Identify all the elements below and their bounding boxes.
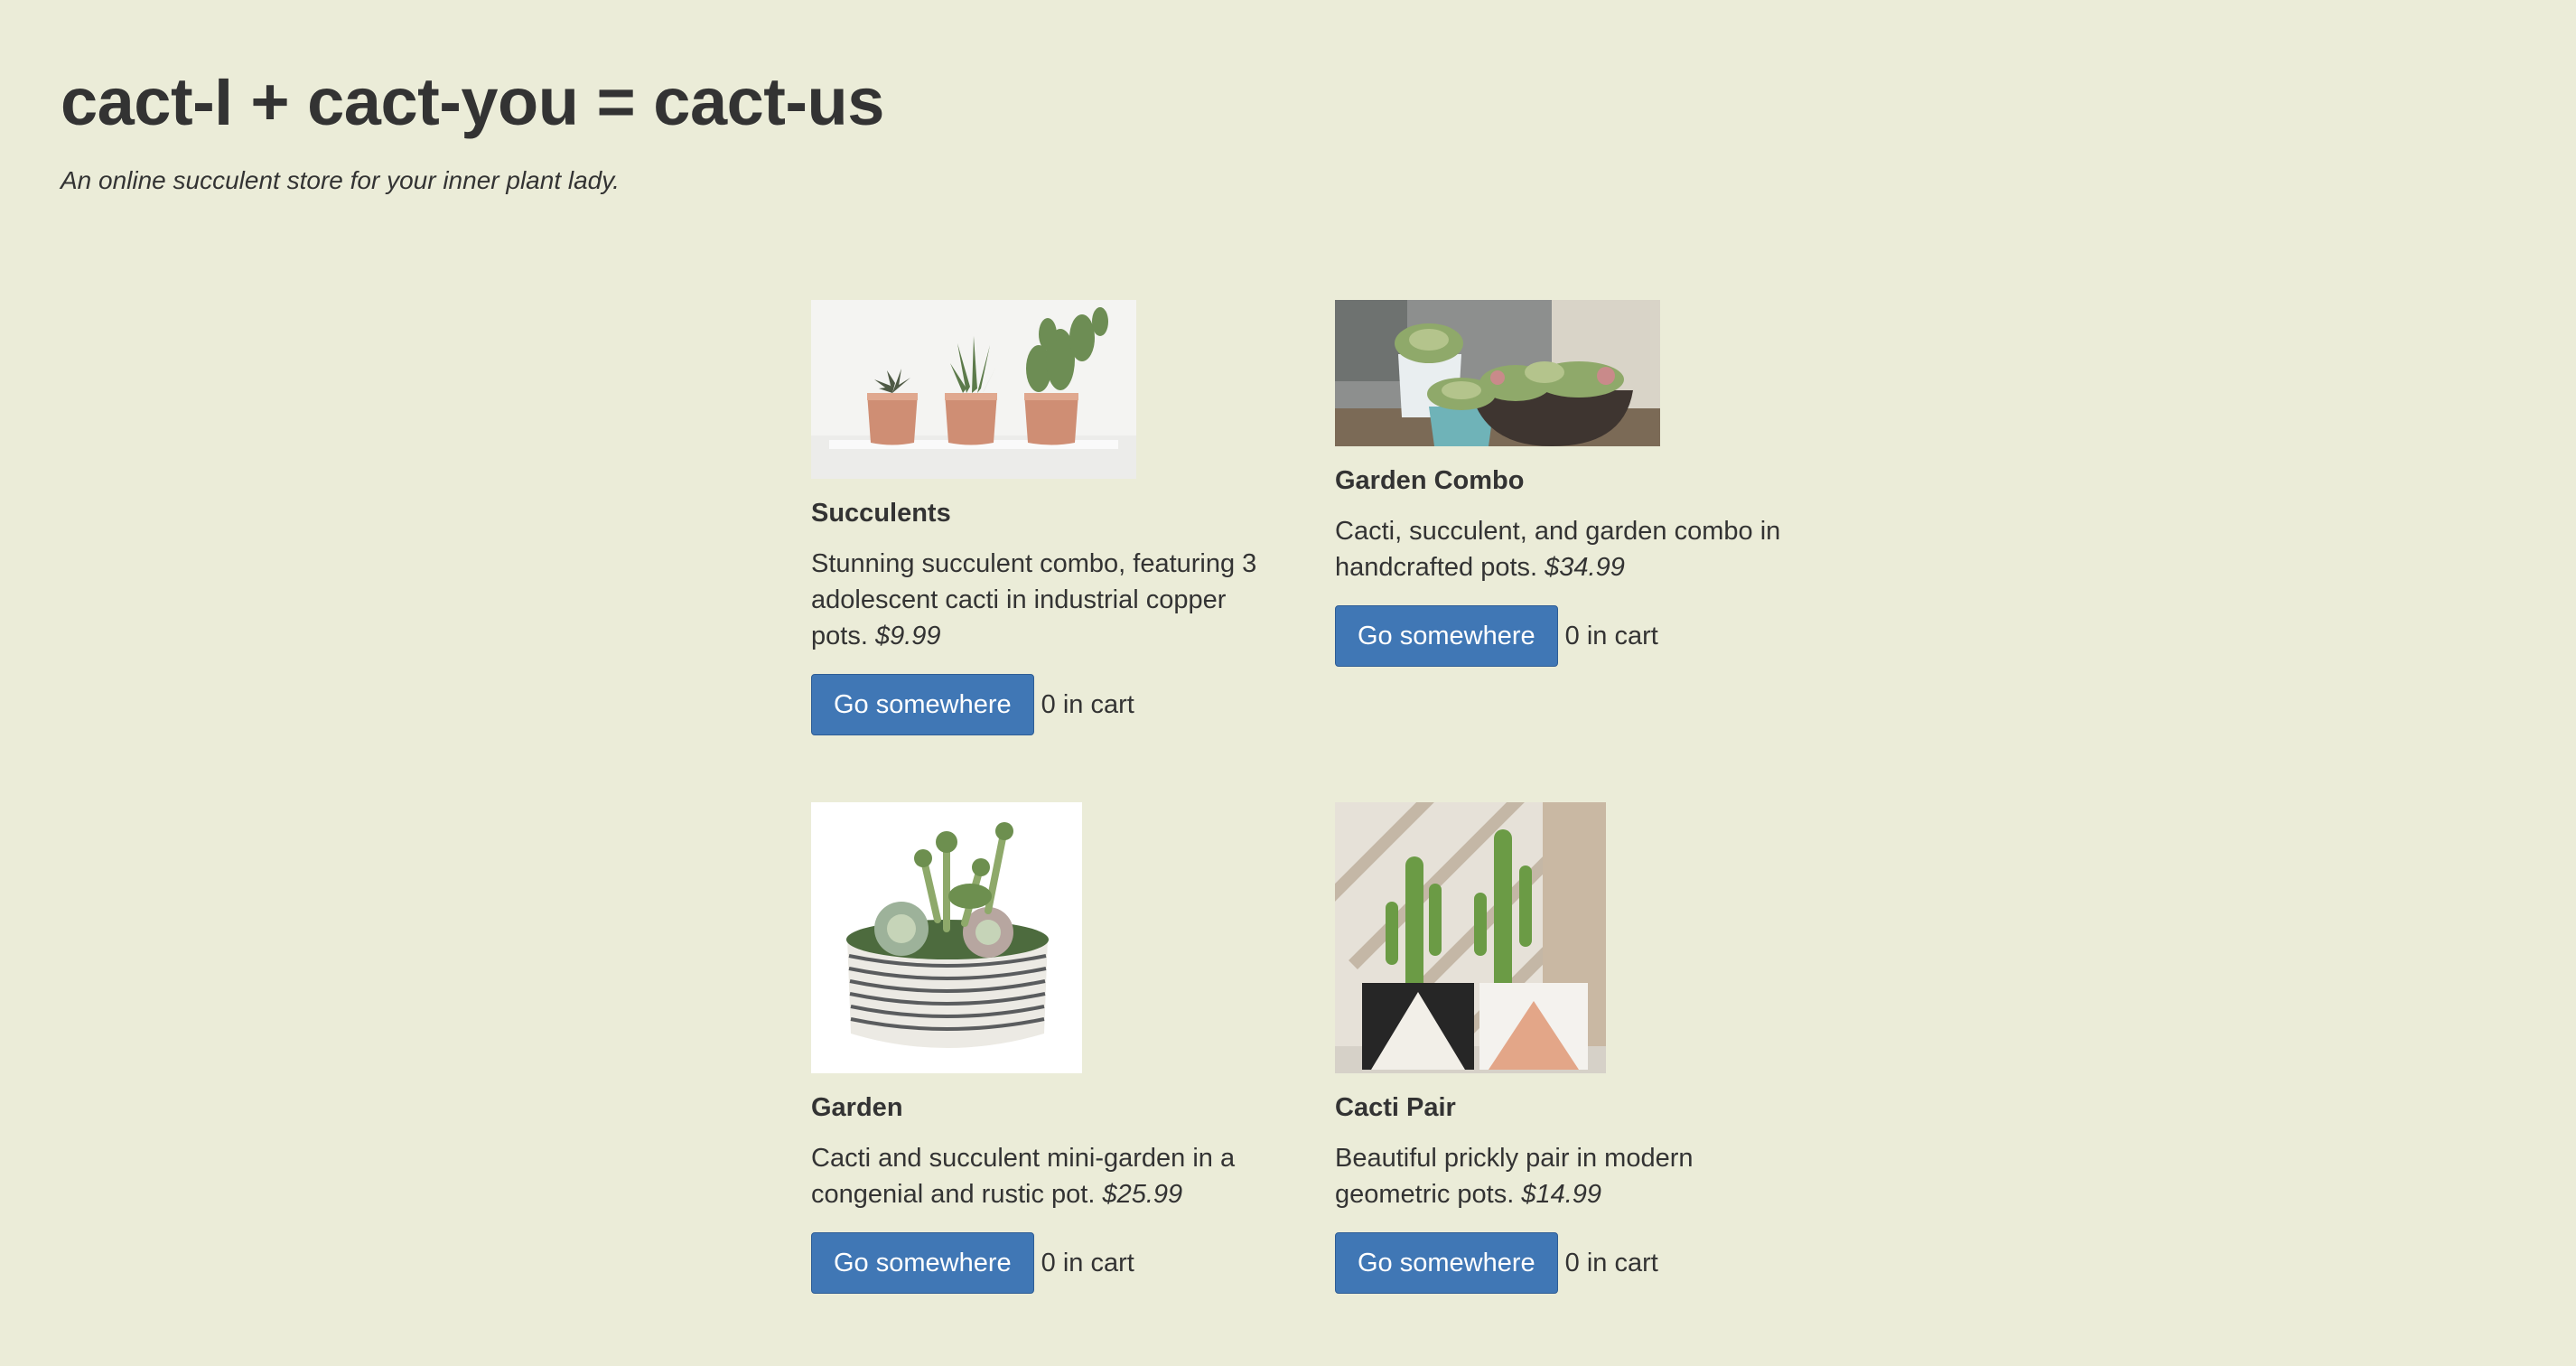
- site-tagline: An online succulent store for your inner…: [61, 166, 620, 194]
- mini-garden-bowl-image: [811, 802, 1082, 1073]
- go-somewhere-button[interactable]: Go somewhere: [1335, 1232, 1558, 1294]
- product-image-cacti-pair: [1335, 802, 1606, 1073]
- product-name: Garden Combo: [1335, 466, 1525, 495]
- product-card-cacti-pair: Cacti Pair Beautiful prickly pair in mod…: [1335, 802, 1823, 1294]
- product-card-succulents: Succulents Stunning succulent combo, fea…: [811, 300, 1299, 735]
- product-actions: Go somewhere 0 in cart: [1335, 605, 1823, 667]
- product-description: Cacti, succulent, and garden combo in ha…: [1335, 513, 1805, 585]
- product-image-garden: [811, 802, 1082, 1073]
- product-actions: Go somewhere 0 in cart: [811, 1232, 1299, 1294]
- product-name: Garden: [811, 1093, 903, 1122]
- product-description: Stunning succulent combo, featuring 3 ad…: [811, 546, 1281, 654]
- product-card-garden-combo: Garden Combo Cacti, succulent, and garde…: [1335, 300, 1823, 667]
- product-name: Succulents: [811, 499, 951, 528]
- copper-pots-cacti-image: [811, 300, 1136, 479]
- site-title: cact-I + cact-you = cact-us: [61, 64, 884, 139]
- product-price: $14.99: [1521, 1180, 1602, 1209]
- go-somewhere-button[interactable]: Go somewhere: [1335, 605, 1558, 667]
- product-description-text: Beautiful prickly pair in modern geometr…: [1335, 1144, 1694, 1209]
- cart-count: 0 in cart: [1564, 1249, 1658, 1277]
- product-image-garden-combo: [1335, 300, 1660, 446]
- cart-count: 0 in cart: [1041, 690, 1134, 719]
- go-somewhere-button[interactable]: Go somewhere: [811, 1232, 1034, 1294]
- cacti-pair-image: [1335, 802, 1606, 1073]
- product-image-succulents: [811, 300, 1136, 479]
- go-somewhere-button[interactable]: Go somewhere: [811, 674, 1034, 735]
- product-price: $9.99: [874, 622, 941, 650]
- product-actions: Go somewhere 0 in cart: [1335, 1232, 1823, 1294]
- product-description: Cacti and succulent mini-garden in a con…: [811, 1140, 1281, 1212]
- garden-combo-image: [1335, 300, 1660, 446]
- cart-count: 0 in cart: [1041, 1249, 1134, 1277]
- product-description: Beautiful prickly pair in modern geometr…: [1335, 1140, 1805, 1212]
- product-actions: Go somewhere 0 in cart: [811, 674, 1299, 735]
- product-price: $25.99: [1102, 1180, 1183, 1209]
- cart-count: 0 in cart: [1564, 622, 1658, 650]
- product-card-garden: Garden Cacti and succulent mini-garden i…: [811, 802, 1299, 1294]
- product-name: Cacti Pair: [1335, 1093, 1456, 1122]
- product-price: $34.99: [1545, 553, 1625, 582]
- page-header: cact-I + cact-you = cact-us An online su…: [61, 52, 884, 199]
